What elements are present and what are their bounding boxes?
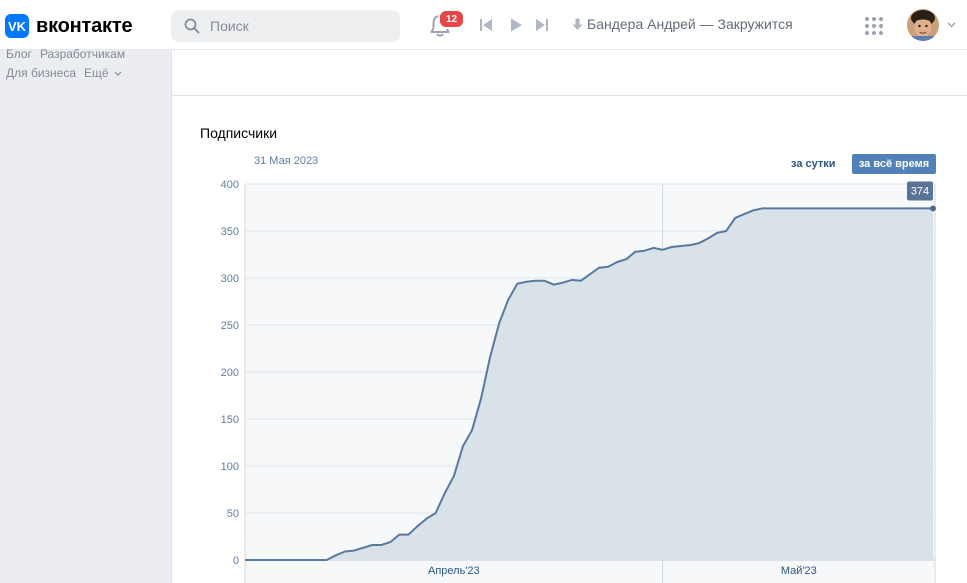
x-tick-label: Апрель'23	[428, 565, 480, 577]
y-tick-label: 0	[233, 555, 239, 567]
y-tick-label: 300	[221, 273, 239, 285]
y-tick-label: 100	[221, 461, 239, 473]
y-tick-label: 50	[227, 508, 239, 520]
y-tick-label: 250	[221, 320, 239, 332]
x-tick-label: Май'23	[781, 565, 817, 577]
y-tick-label: 150	[221, 414, 239, 426]
y-tick-label: 350	[221, 226, 239, 238]
endpoint-dot[interactable]	[930, 205, 936, 212]
y-tick-label: 200	[221, 367, 239, 379]
value-tooltip-text: 374	[911, 185, 929, 197]
y-tick-label: 400	[221, 179, 239, 191]
subscribers-chart: Апрель'23 Май'23 0 50 100 150 200 250 300 350 400…	[221, 179, 936, 583]
